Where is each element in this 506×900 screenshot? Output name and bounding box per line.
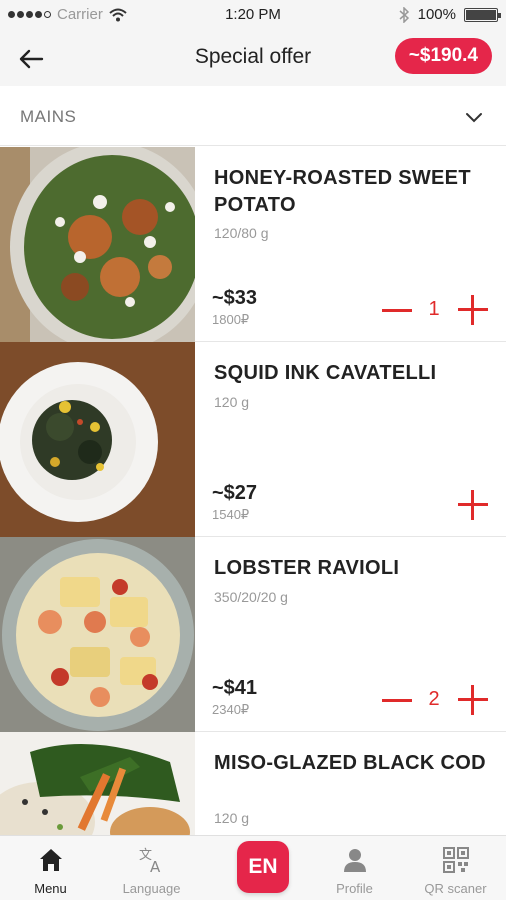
item-weight: 350/20/20 g bbox=[214, 589, 288, 605]
bottom-tab-bar: Menu 文 A Language EN Profile QR scaner bbox=[0, 835, 506, 900]
item-local-price: 1540₽ bbox=[212, 507, 250, 522]
user-icon bbox=[344, 849, 366, 872]
tab-label: QR scaner bbox=[424, 881, 487, 896]
item-local-price: 1800₽ bbox=[212, 312, 250, 327]
menu-item[interactable]: MISO-GLAZED BLACK COD 120 g bbox=[0, 732, 506, 835]
qr-code-icon bbox=[443, 847, 469, 873]
increase-quantity-button[interactable] bbox=[458, 490, 488, 520]
home-icon bbox=[40, 849, 62, 871]
tab-language[interactable]: 文 A Language bbox=[101, 836, 202, 900]
language-switch-button[interactable]: EN bbox=[237, 841, 289, 893]
item-weight: 120 g bbox=[214, 394, 250, 410]
tab-qr-scanner[interactable]: QR scaner bbox=[405, 836, 506, 900]
battery-percent: 100% bbox=[417, 6, 456, 23]
bluetooth-icon bbox=[399, 6, 409, 23]
decrease-quantity-button[interactable] bbox=[382, 299, 412, 321]
item-name: SQUID INK CAVATELLI bbox=[214, 362, 437, 384]
item-quantity: 2 bbox=[428, 688, 440, 710]
item-price: ~$33 bbox=[212, 287, 258, 309]
item-name: LOBSTER RAVIOLI bbox=[214, 557, 400, 579]
dish-photo bbox=[0, 537, 195, 732]
order-total-badge[interactable]: ~$190.4 bbox=[394, 38, 492, 74]
category-selector[interactable]: MAINS bbox=[0, 88, 506, 146]
tab-label: Profile bbox=[336, 881, 373, 896]
battery-icon bbox=[464, 7, 501, 22]
translate-icon: 文 A bbox=[139, 848, 161, 874]
increase-quantity-button[interactable] bbox=[458, 295, 488, 325]
item-price: ~$41 bbox=[212, 677, 258, 699]
nav-header: Special offer ~$190.4 bbox=[0, 30, 506, 86]
decrease-quantity-button[interactable] bbox=[382, 689, 412, 711]
item-weight: 120/80 g bbox=[214, 225, 269, 241]
item-quantity: 1 bbox=[428, 298, 440, 320]
category-label: MAINS bbox=[20, 107, 77, 126]
dish-photo bbox=[0, 147, 195, 342]
chevron-down-icon bbox=[466, 113, 482, 123]
menu-item[interactable]: HONEY-ROASTED SWEET POTATO 120/80 g ~$33… bbox=[0, 147, 506, 342]
dish-photo bbox=[0, 732, 195, 835]
svg-text:A: A bbox=[150, 858, 161, 874]
increase-quantity-button[interactable] bbox=[458, 685, 488, 715]
tab-label: Language bbox=[122, 881, 181, 896]
tab-label: Menu bbox=[34, 881, 67, 896]
item-name: MISO-GLAZED BLACK COD bbox=[214, 752, 486, 774]
tab-menu[interactable]: Menu bbox=[0, 836, 101, 900]
item-weight: 120 g bbox=[214, 810, 250, 826]
menu-list: HONEY-ROASTED SWEET POTATO 120/80 g ~$33… bbox=[0, 147, 506, 835]
status-right: 100% bbox=[398, 6, 501, 23]
item-local-price: 2340₽ bbox=[212, 702, 250, 717]
item-name: HONEY-ROASTED SWEET POTATO bbox=[214, 167, 471, 216]
tab-profile[interactable]: Profile bbox=[304, 836, 405, 900]
menu-item[interactable]: SQUID INK CAVATELLI 120 g ~$27 1540₽ bbox=[0, 342, 506, 537]
status-bar: Carrier 1:20 PM 100% bbox=[0, 0, 506, 30]
dish-photo bbox=[0, 342, 195, 537]
menu-item[interactable]: LOBSTER RAVIOLI 350/20/20 g ~$41 2340₽ 2 bbox=[0, 537, 506, 732]
item-price: ~$27 bbox=[212, 482, 258, 504]
